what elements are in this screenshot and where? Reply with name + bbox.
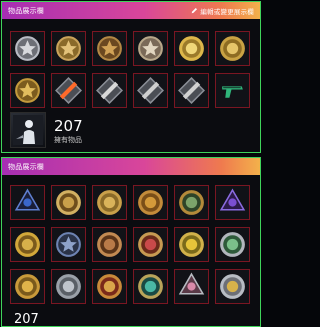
showcase-slot[interactable] [92,73,127,108]
green-map-coin-icon [220,232,245,257]
showcase-slot[interactable] [92,31,127,66]
showcase-slot[interactable] [51,269,86,304]
showcase-title-2: 物品展示欄 [8,162,44,171]
gold-crossed-weapons-coin-icon [56,190,81,215]
shield-star-medal-icon [97,36,122,61]
five-year-coin-icon [97,190,122,215]
gold-bullseye-coin-icon [15,274,40,299]
gold-snake-coin-icon [15,232,40,257]
service-medal-orange-icon [55,77,82,104]
showcase-slot[interactable] [51,73,86,108]
item-count-2: 207 [14,312,39,327]
showcase-slot[interactable] [215,31,250,66]
showcase-slot[interactable] [215,73,250,108]
red-gold-coin-icon [97,274,122,299]
agent-silhouette-icon [13,115,43,145]
showcase-slot[interactable] [51,185,86,220]
silver-crest-medal-icon [15,36,40,61]
bronze-coin-icon [97,232,122,257]
showcase-slot[interactable] [215,185,250,220]
showcase-slot[interactable] [51,227,86,262]
edit-showcase-link[interactable]: 編輯或變更展示欄 [191,6,254,16]
showcase-slot[interactable] [174,269,209,304]
showcase-slot[interactable] [51,31,86,66]
showcase-slot[interactable] [133,31,168,66]
showcase-panel-1: 物品展示欄 編輯或變更展示欄 207 擁有物品 [1,1,261,153]
pistol-skin-icon [222,86,243,98]
ten-year-coin-icon [138,190,163,215]
showcase-panel-2: 物品展示欄 [1,157,261,327]
gold-star-coin-icon [179,36,204,61]
showcase-slot[interactable] [174,227,209,262]
inventory-summary: 207 擁有物品 [10,112,83,148]
service-medal-3-icon [137,77,164,104]
showcase-slot[interactable] [133,185,168,220]
showcase-slot[interactable] [174,31,209,66]
crossed-weapons-shield-icon [56,232,81,257]
showcase-slot[interactable] [174,73,209,108]
teal-coin-icon [138,274,163,299]
showcase-slot[interactable] [10,31,45,66]
showcase-header: 物品展示欄 編輯或變更展示欄 [2,2,260,19]
blue-flame-pin-icon [14,188,41,211]
pencil-icon [192,7,198,14]
showcase-slot[interactable] [10,73,45,108]
showcase-slot[interactable] [92,185,127,220]
green-skull-coin-icon [179,190,204,215]
service-medal-4-icon [178,77,205,104]
showcase-slot[interactable] [174,185,209,220]
edit-showcase-label: 編輯或變更展示欄 [200,7,254,16]
showcase-title: 物品展示欄 [8,6,44,15]
showcase-header-2: 物品展示欄 [2,158,260,175]
showcase-slot[interactable] [133,227,168,262]
showcase-grid-1 [10,31,250,108]
showcase-slot[interactable] [215,227,250,262]
star-badge-medal-icon [138,36,163,61]
laurel-wreath-medal-icon [56,36,81,61]
agent-thumbnail[interactable] [10,112,46,148]
purple-emblem-pin-icon [219,188,246,211]
showcase-slot[interactable] [92,227,127,262]
service-medal-2-icon [96,77,123,104]
showcase-slot[interactable] [92,269,127,304]
showcase-slot[interactable] [133,73,168,108]
showcase-slot[interactable] [215,269,250,304]
showcase-slot[interactable] [133,269,168,304]
showcase-slot[interactable] [10,185,45,220]
gold-star-coin-2-icon [220,36,245,61]
red-landscape-coin-icon [138,232,163,257]
item-count-label: 擁有物品 [54,136,82,144]
showcase-slot[interactable] [10,227,45,262]
showcase-slot[interactable] [10,269,45,304]
sun-medal-icon [15,78,40,103]
gold-silver-coin-icon [220,274,245,299]
pink-silver-coin-icon [178,272,205,295]
item-count: 207 [54,117,83,135]
yellow-emblem-coin-icon [179,232,204,257]
showcase-grid-2 [10,185,250,304]
silver-ring-coin-icon [56,274,81,299]
